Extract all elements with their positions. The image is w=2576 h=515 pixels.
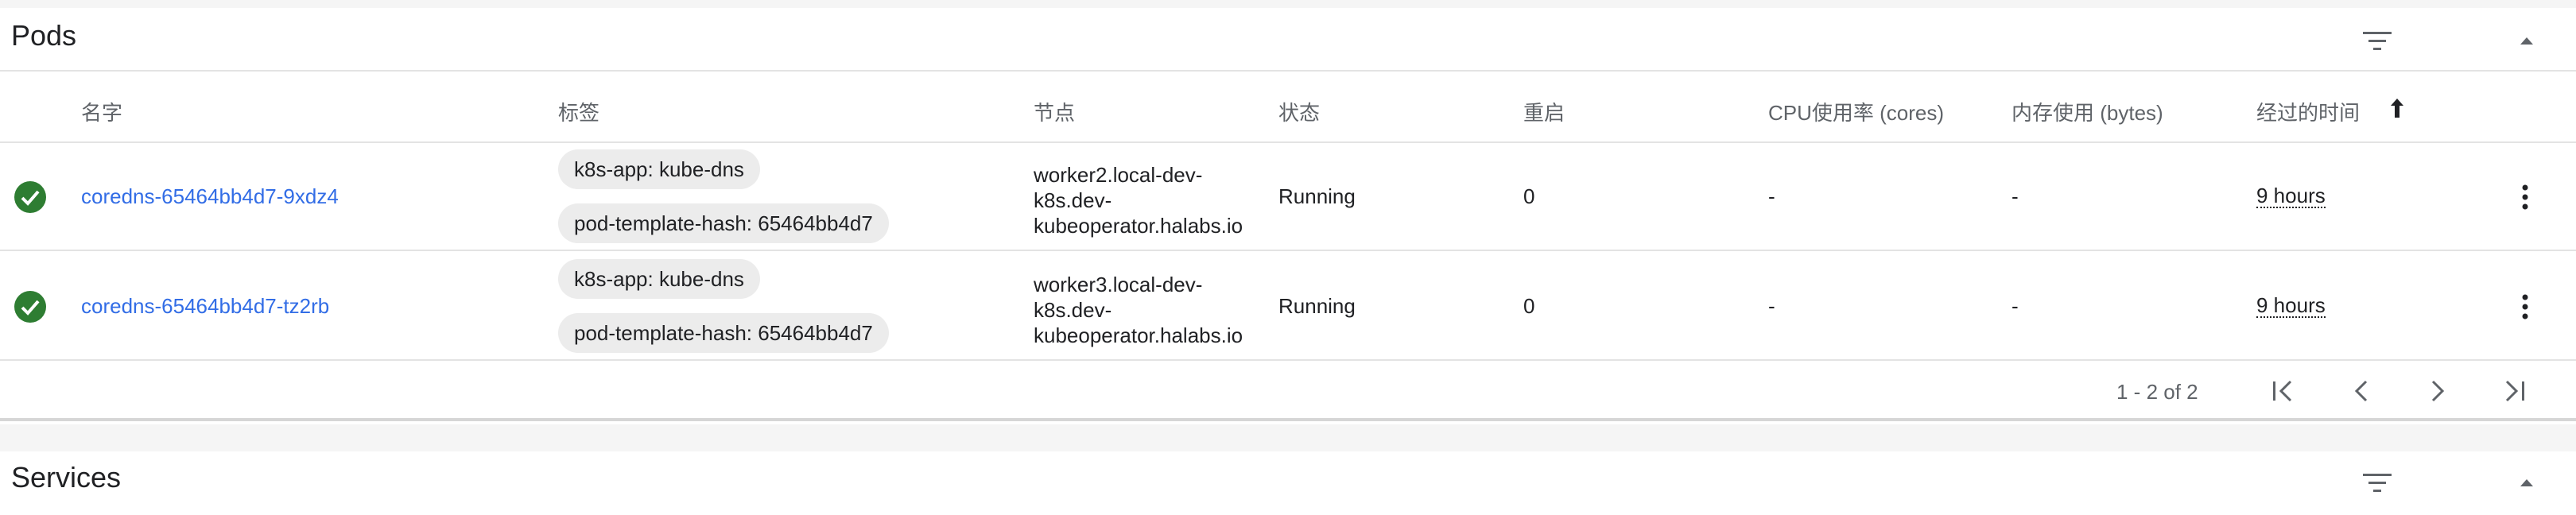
pod-status: Running <box>1278 294 1356 318</box>
column-header-name[interactable]: 名字 <box>81 97 122 126</box>
node-name-line: k8s.dev- <box>1034 298 1112 322</box>
node-name-line: kubeoperator.halabs.io <box>1034 214 1243 238</box>
node-name-line: worker3.local-dev- <box>1034 273 1203 296</box>
column-header-cpu: CPU使用率 (cores) <box>1768 101 1945 125</box>
arrow-up-icon[interactable] <box>2388 97 2406 119</box>
services-card: Services <box>0 451 2576 515</box>
services-card-title: Services <box>11 461 122 494</box>
pods-card-title: Pods <box>11 19 77 52</box>
check-circle-icon <box>14 291 46 323</box>
check-circle-icon <box>14 181 46 213</box>
pod-cpu: - <box>1768 294 1775 318</box>
column-header-age[interactable]: 经过的时间 <box>2256 97 2360 126</box>
pod-name-link[interactable]: coredns-65464bb4d7-9xdz4 <box>81 184 339 209</box>
last-page-icon[interactable] <box>2493 370 2535 412</box>
node-name[interactable]: worker3.local-dev- k8s.dev- kubeoperator… <box>1034 272 1272 348</box>
table-header: 名字 标签 节点 状态 重启 CPU使用率 (cores) 内存使用 (byte… <box>0 73 2576 143</box>
node-name-line: k8s.dev- <box>1034 188 1112 212</box>
collapse-arrow-icon[interactable] <box>2509 24 2544 59</box>
node-name[interactable]: worker2.local-dev- k8s.dev- kubeoperator… <box>1034 162 1272 238</box>
label-chip: k8s-app: kube-dns <box>558 259 760 299</box>
label-chip: k8s-app: kube-dns <box>558 149 760 189</box>
pod-status: Running <box>1278 184 1356 208</box>
cards-gap <box>0 424 2576 451</box>
page-background-top <box>0 0 2576 8</box>
column-header-labels: 标签 <box>558 101 600 125</box>
pods-card: Pods 名字 标签 节点 状态 重启 CPU使用率 (cores) 内存使用 … <box>0 8 2576 421</box>
table-row: coredns-65464bb4d7-tz2rb k8s-app: kube-d… <box>0 253 2576 361</box>
pods-card-header: Pods <box>0 8 2576 72</box>
filter-icon[interactable] <box>2360 24 2395 59</box>
column-header-restarts: 重启 <box>1523 101 1565 125</box>
page-range-label: 1 - 2 of 2 <box>2116 380 2198 404</box>
pod-name-link[interactable]: coredns-65464bb4d7-tz2rb <box>81 294 329 319</box>
pod-age: 9 hours <box>2256 184 2326 208</box>
column-header-memory: 内存使用 (bytes) <box>2012 101 2163 125</box>
pod-restarts: 0 <box>1523 184 1535 208</box>
label-chip: pod-template-hash: 65464bb4d7 <box>558 203 889 243</box>
column-header-status: 状态 <box>1278 101 1321 125</box>
next-page-icon[interactable] <box>2417 370 2458 412</box>
label-chip: pod-template-hash: 65464bb4d7 <box>558 313 889 353</box>
previous-page-icon[interactable] <box>2341 370 2382 412</box>
table-row: coredns-65464bb4d7-9xdz4 k8s-app: kube-d… <box>0 143 2576 251</box>
paginator: 1 - 2 of 2 <box>0 359 2576 423</box>
pod-age: 9 hours <box>2256 293 2326 318</box>
first-page-icon[interactable] <box>2263 370 2304 412</box>
more-vert-icon[interactable] <box>2511 291 2539 323</box>
node-name-line: worker2.local-dev- <box>1034 163 1203 187</box>
pod-cpu: - <box>1768 184 1775 208</box>
pod-memory: - <box>2012 294 2019 318</box>
pod-memory: - <box>2012 184 2019 208</box>
column-header-node: 节点 <box>1034 101 1076 125</box>
more-vert-icon[interactable] <box>2511 181 2539 213</box>
collapse-arrow-icon[interactable] <box>2509 466 2544 501</box>
node-name-line: kubeoperator.halabs.io <box>1034 323 1243 347</box>
pod-restarts: 0 <box>1523 294 1535 318</box>
filter-icon[interactable] <box>2360 466 2395 501</box>
